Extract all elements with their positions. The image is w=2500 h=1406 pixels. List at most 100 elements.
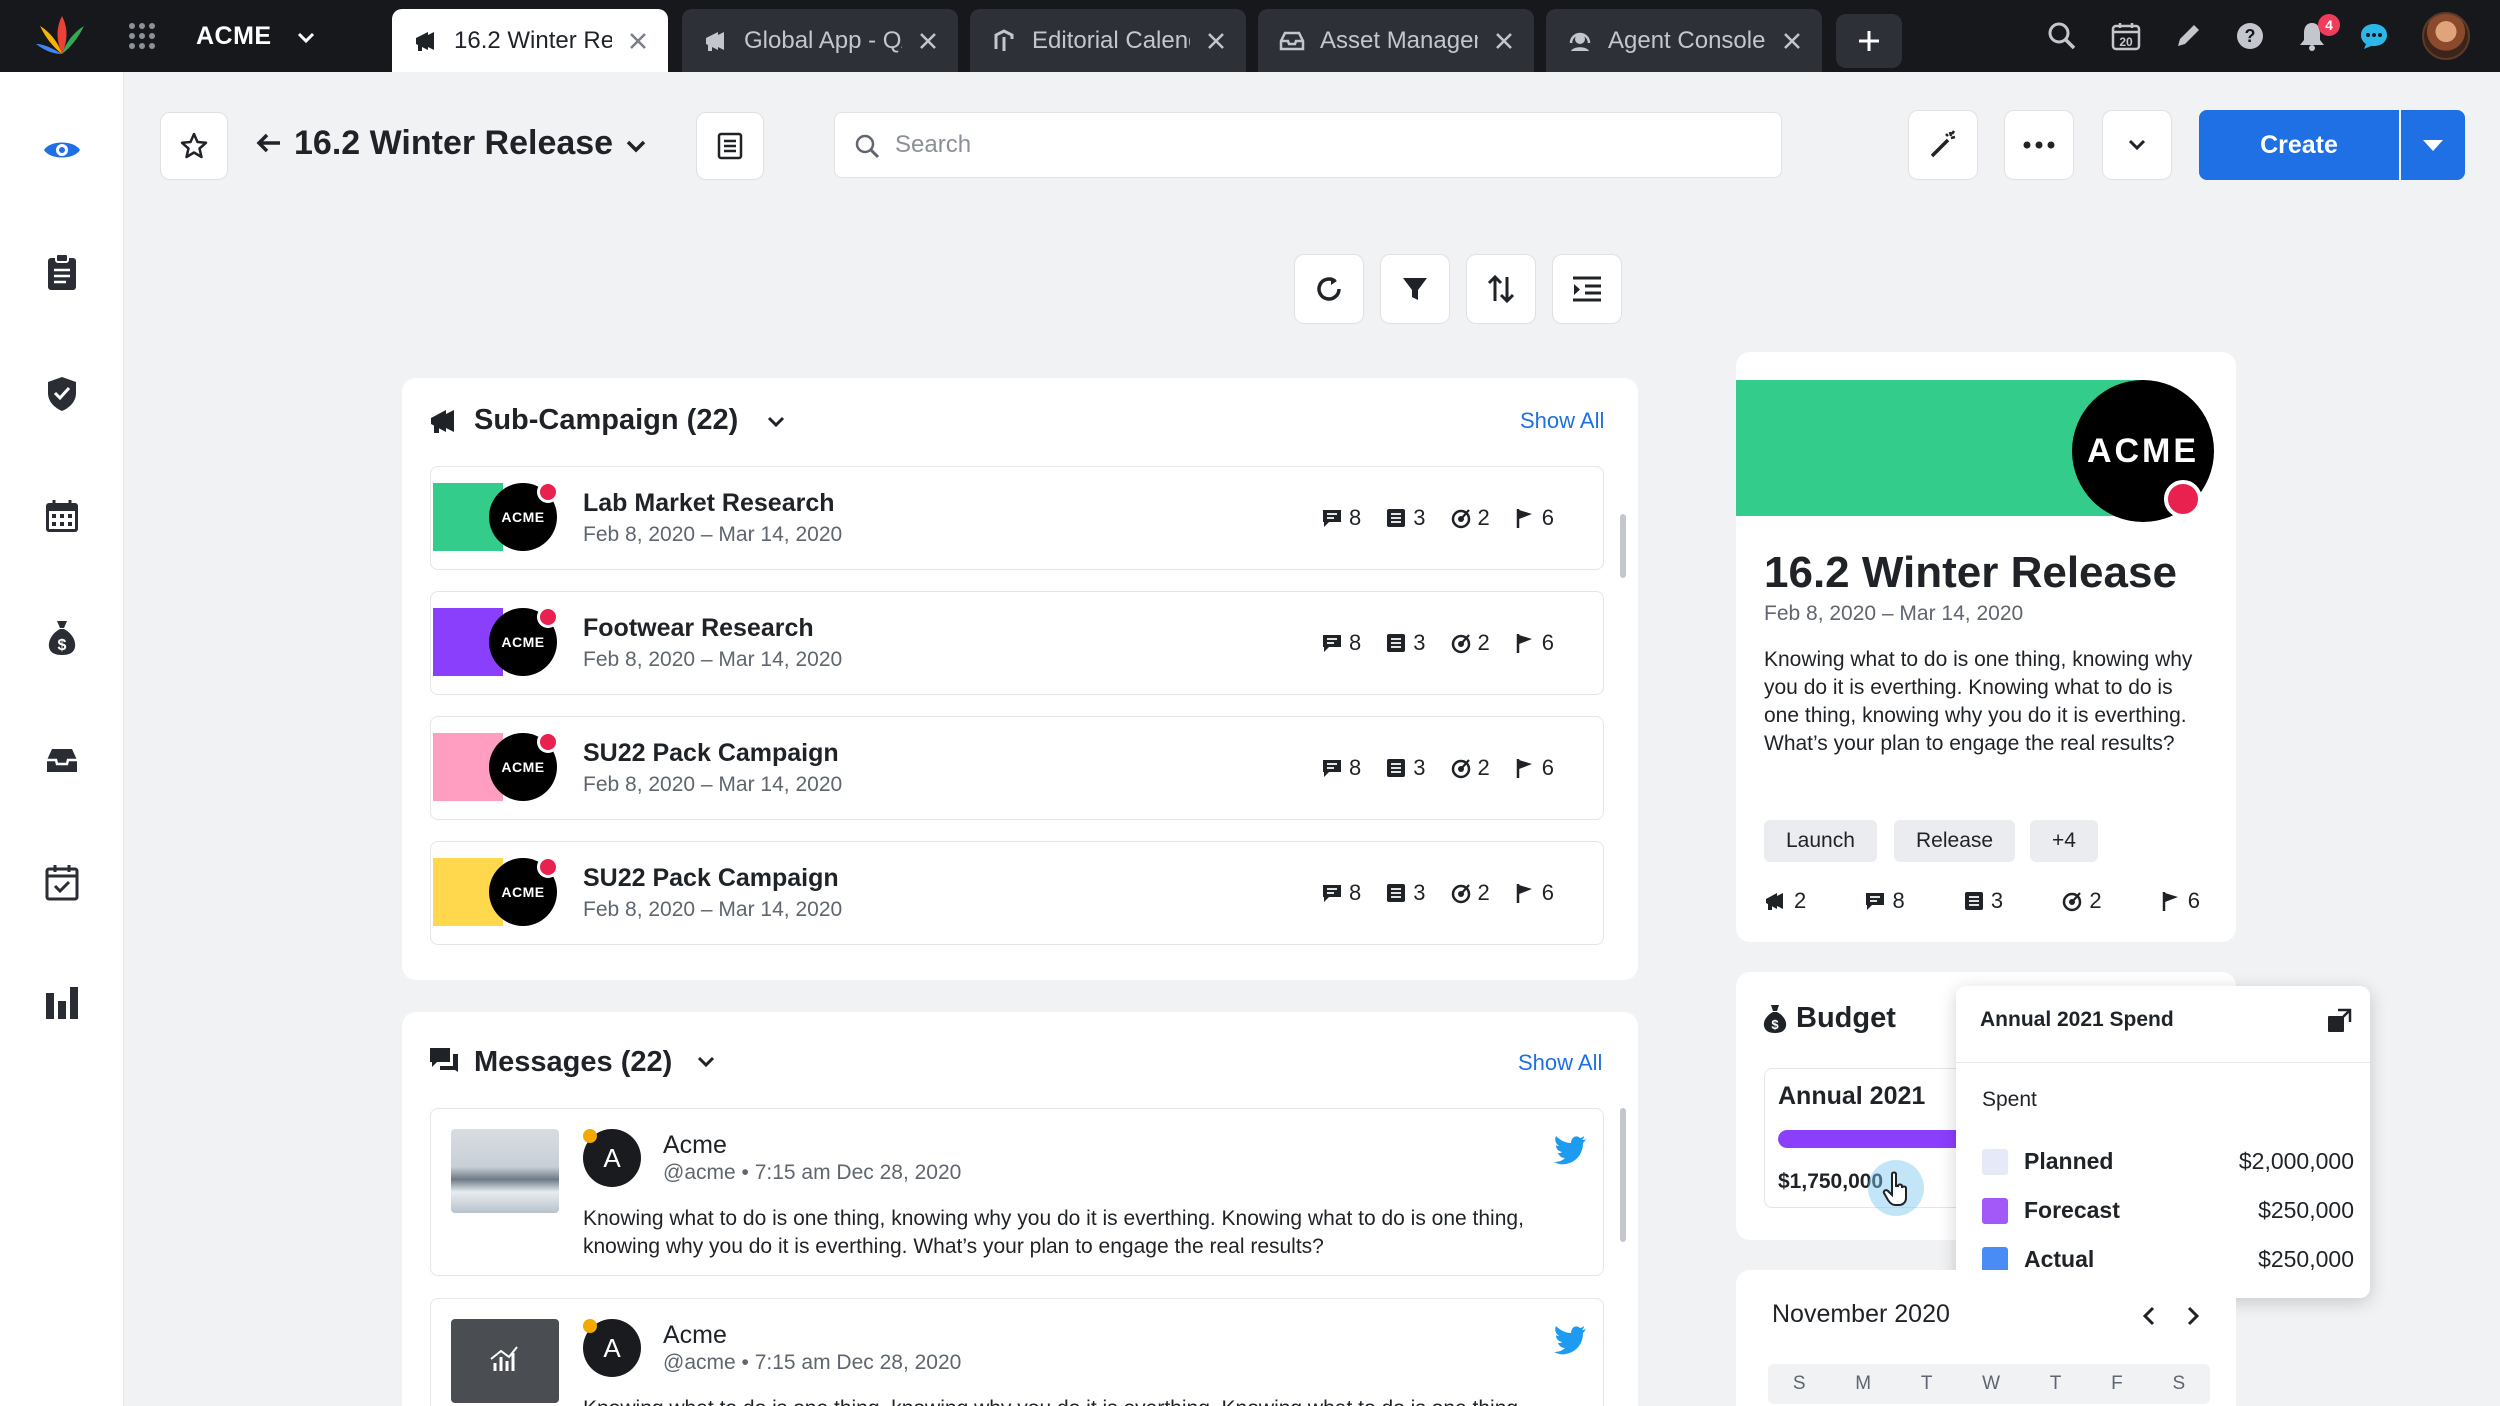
eye-icon[interactable]	[40, 128, 84, 172]
goals-stat: 2	[1450, 880, 1490, 906]
calendar-icon[interactable]	[40, 494, 84, 538]
scrollbar[interactable]	[1620, 1108, 1626, 1242]
legend-value: $250,000	[2258, 1246, 2354, 1272]
flag-icon	[1516, 759, 1532, 778]
sub-campaign-row[interactable]: ACME Footwear Research Feb 8, 2020 – Mar…	[430, 591, 1604, 695]
shield-check-icon[interactable]	[40, 372, 84, 416]
chevron-down-icon[interactable]	[762, 408, 790, 436]
headset-icon	[1566, 27, 1594, 55]
legend-value: $250,000	[2258, 1197, 2354, 1223]
comment-icon	[1323, 510, 1341, 527]
svg-text:?: ?	[2245, 26, 2256, 46]
goals-count: 2	[1477, 630, 1490, 655]
help-icon[interactable]: ?	[2232, 18, 2268, 54]
row-stats: 8 3 2 6	[1321, 755, 1578, 781]
sub-campaign-row[interactable]: ACME SU22 Pack Campaign Feb 8, 2020 – Ma…	[430, 716, 1604, 820]
editorial-icon	[990, 27, 1018, 55]
tab-agent-console[interactable]: Agent Console	[1546, 9, 1822, 72]
list-indent-icon	[1573, 276, 1601, 302]
app-logo[interactable]	[36, 14, 88, 58]
flag-icon	[1516, 634, 1532, 653]
app-grid-icon[interactable]	[122, 18, 162, 54]
layout-button[interactable]	[1552, 254, 1622, 324]
sort-button[interactable]	[1466, 254, 1536, 324]
close-icon[interactable]	[1492, 29, 1516, 53]
title-dropdown-icon[interactable]	[620, 130, 652, 162]
inbox-icon[interactable]	[40, 738, 84, 782]
magic-wand-button[interactable]	[1908, 110, 1978, 180]
hand-cursor-icon	[1882, 1171, 1907, 1206]
goals-stat: 2	[1450, 505, 1490, 531]
tab-winter-release[interactable]: 16.2 Winter Release	[392, 9, 668, 72]
open-external-icon[interactable]	[2326, 1008, 2352, 1034]
top-bar: ACME 16.2 Winter Release Global App - Q/…	[0, 0, 2500, 72]
sub-campaign-row[interactable]: ACME SU22 Pack Campaign Feb 8, 2020 – Ma…	[430, 841, 1604, 945]
message-item[interactable]: A Acme @acme • 7:15 am Dec 28, 2020 Know…	[430, 1108, 1604, 1276]
refresh-button[interactable]	[1294, 254, 1364, 324]
search-icon	[853, 132, 881, 160]
tab-global-app[interactable]: Global App - Q/A	[682, 9, 958, 72]
tag-launch[interactable]: Launch	[1764, 820, 1877, 862]
close-icon[interactable]	[916, 29, 940, 53]
goals-count: 2	[2089, 888, 2102, 913]
tab-asset-management[interactable]: Asset Management	[1258, 9, 1534, 72]
popup-title: Annual 2021 Spend	[1980, 1008, 2174, 1031]
more-options-button[interactable]	[2004, 110, 2074, 180]
messages-show-all-link[interactable]: Show All	[1518, 1050, 1602, 1076]
megaphone-icon	[428, 406, 460, 436]
tasks-count: 3	[1413, 880, 1426, 905]
tab-editorial-calendar[interactable]: Editorial Calendar	[970, 9, 1246, 72]
chevron-right-icon[interactable]	[2178, 1302, 2206, 1330]
sub-campaign-row[interactable]: ACME Lab Market Research Feb 8, 2020 – M…	[430, 466, 1604, 570]
search-input[interactable]	[895, 123, 1755, 167]
task-list-icon	[1387, 509, 1406, 527]
chevron-down-icon[interactable]	[292, 24, 320, 52]
flags-stat: 6	[1514, 755, 1554, 781]
weekday-header: S M T W T F S	[1768, 1364, 2210, 1404]
calendar-check-icon[interactable]	[40, 860, 84, 904]
chevron-left-icon[interactable]	[2136, 1302, 2164, 1330]
notes-button[interactable]	[696, 112, 764, 180]
tag-more[interactable]: +4	[2030, 820, 2098, 862]
comments-stat: 8	[1864, 888, 1905, 914]
create-dropdown-button[interactable]	[2401, 110, 2465, 180]
close-icon[interactable]	[1780, 29, 1804, 53]
tasks-stat: 3	[1385, 755, 1426, 781]
tab-label: Global App - Q/A	[744, 26, 902, 54]
close-icon[interactable]	[626, 29, 650, 53]
search-icon[interactable]	[2044, 18, 2080, 54]
budget-spend-popup: Annual 2021 Spend Spent Planned $2,000,0…	[1956, 986, 2370, 1298]
row-date: Feb 8, 2020 – Mar 14, 2020	[583, 898, 843, 921]
favorite-button[interactable]	[160, 112, 228, 180]
back-arrow-icon[interactable]	[254, 128, 284, 158]
new-tab-button[interactable]	[1836, 14, 1902, 68]
tab-label: 16.2 Winter Release	[454, 26, 612, 54]
clipboard-icon[interactable]	[40, 250, 84, 294]
filter-button[interactable]	[1380, 254, 1450, 324]
message-item[interactable]: A Acme @acme • 7:15 am Dec 28, 2020 Know…	[430, 1298, 1604, 1406]
expand-button[interactable]	[2102, 110, 2172, 180]
sub-campaign-show-all-link[interactable]: Show All	[1520, 408, 1604, 434]
row-date: Feb 8, 2020 – Mar 14, 2020	[583, 523, 843, 546]
create-button[interactable]: Create	[2199, 110, 2399, 180]
tag-release[interactable]: Release	[1894, 820, 2016, 862]
money-bag-icon[interactable]: $	[40, 616, 84, 660]
chat-icon[interactable]	[2356, 18, 2392, 54]
detail-description: Knowing what to do is one thing, knowing…	[1764, 648, 2193, 755]
bar-chart-icon[interactable]	[40, 980, 84, 1024]
user-avatar[interactable]	[2422, 12, 2470, 60]
status-dot	[537, 481, 559, 503]
divider	[1956, 1062, 2370, 1063]
messages-title: Messages (22)	[474, 1046, 673, 1078]
scrollbar[interactable]	[1620, 514, 1626, 578]
workspace-name[interactable]: ACME	[196, 22, 272, 51]
chevron-down-icon[interactable]	[692, 1048, 720, 1076]
pencil-icon[interactable]	[2170, 18, 2206, 54]
close-icon[interactable]	[1204, 29, 1228, 53]
calendar-date-icon[interactable]: 20	[2108, 18, 2144, 54]
target-icon	[1451, 884, 1470, 904]
search-field[interactable]	[834, 112, 1782, 178]
flags-stat: 6	[1514, 630, 1554, 656]
tasks-stat: 3	[1385, 630, 1426, 656]
flags-count: 6	[1541, 880, 1554, 905]
